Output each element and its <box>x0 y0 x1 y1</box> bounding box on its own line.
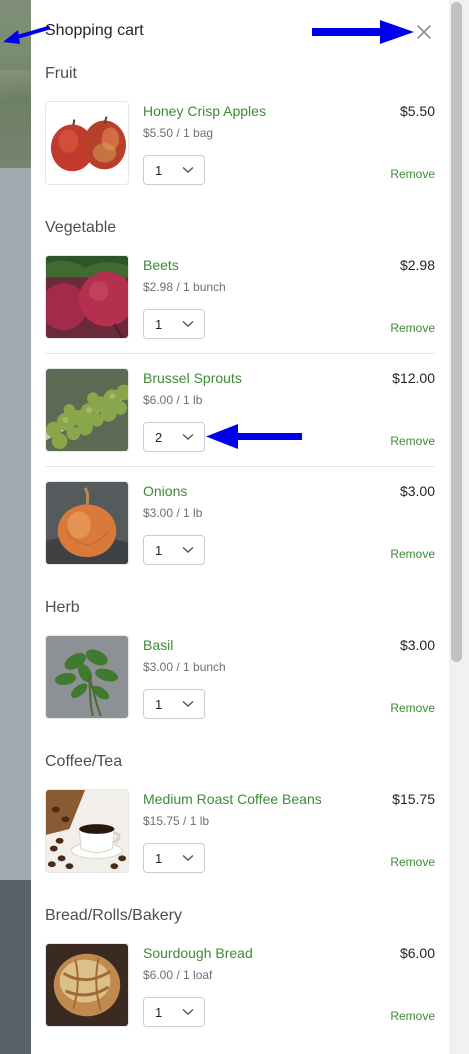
product-image-apples[interactable] <box>45 101 129 185</box>
quantity-value: 1 <box>155 1005 163 1020</box>
item-unit-price: $3.00 / 1 lb <box>143 506 203 520</box>
product-image-onion[interactable] <box>45 481 129 565</box>
item-divider <box>45 466 435 467</box>
cart-item-sourdough-bread: Sourdough Bread $6.00 / 1 loaf $6.00 1 R… <box>45 943 435 1027</box>
backdrop-overlay <box>0 168 31 880</box>
item-unit-price: $3.00 / 1 bunch <box>143 660 226 674</box>
product-image-sprouts[interactable] <box>45 368 129 452</box>
product-image-basil[interactable] <box>45 635 129 719</box>
quantity-select[interactable]: 1 <box>143 309 205 339</box>
remove-button[interactable]: Remove <box>390 701 435 715</box>
cart-item-onions: Onions $3.00 / 1 lb $3.00 1 Remove <box>45 481 435 565</box>
cart-title: Shopping cart <box>45 22 144 39</box>
item-divider <box>45 353 435 354</box>
item-unit-price: $5.50 / 1 bag <box>143 126 214 140</box>
remove-button[interactable]: Remove <box>390 1009 435 1023</box>
item-name[interactable]: Medium Roast Coffee Beans <box>143 791 322 807</box>
quantity-select[interactable]: 1 <box>143 689 205 719</box>
chevron-down-icon <box>182 546 194 553</box>
item-total-price: $3.00 <box>399 483 435 499</box>
chevron-down-icon <box>182 700 194 707</box>
section-title-fruit: Fruit <box>45 65 77 82</box>
item-name[interactable]: Brussel Sprouts <box>143 370 242 386</box>
close-icon <box>417 25 431 39</box>
item-unit-price: $6.00 / 1 loaf <box>143 968 213 982</box>
remove-button[interactable]: Remove <box>390 855 435 869</box>
item-unit-price: $2.98 / 1 bunch <box>143 280 226 294</box>
item-total-price: $5.50 <box>399 103 435 119</box>
item-total-price: $6.00 <box>399 945 435 961</box>
section-title-bread-rolls-bakery: Bread/Rolls/Bakery <box>45 907 182 924</box>
item-total-price: $2.98 <box>399 257 435 273</box>
quantity-select[interactable]: 1 <box>143 843 205 873</box>
product-image-coffee[interactable] <box>45 789 129 873</box>
item-name[interactable]: Sourdough Bread <box>143 945 253 961</box>
product-image-bread[interactable] <box>45 943 129 1027</box>
chevron-down-icon <box>182 1008 194 1015</box>
section-title-vegetable: Vegetable <box>45 219 117 236</box>
cart-item-medium-roast-coffee-beans: Medium Roast Coffee Beans $15.75 / 1 lb … <box>45 789 435 873</box>
item-unit-price: $6.00 / 1 lb <box>143 393 203 407</box>
backdrop-footer <box>0 880 31 1054</box>
section-title-coffee-tea: Coffee/Tea <box>45 753 123 770</box>
item-total-price: $15.75 <box>392 791 435 807</box>
quantity-select[interactable]: 1 <box>143 535 205 565</box>
remove-button[interactable]: Remove <box>390 321 435 335</box>
chevron-down-icon <box>182 166 194 173</box>
quantity-value: 1 <box>155 697 163 712</box>
chevron-down-icon <box>182 320 194 327</box>
cart-item-brussel-sprouts: Brussel Sprouts $6.00 / 1 lb $12.00 2 Re… <box>45 368 435 452</box>
cart-item-beets: Beets $2.98 / 1 bunch $2.98 1 Remove <box>45 255 435 339</box>
quantity-value: 1 <box>155 317 163 332</box>
remove-button[interactable]: Remove <box>390 547 435 561</box>
item-unit-price: $15.75 / 1 lb <box>143 814 210 828</box>
remove-button[interactable]: Remove <box>390 167 435 181</box>
cart-item-honey-crisp-apples: Honey Crisp Apples $5.50 / 1 bag $5.50 1… <box>45 101 435 185</box>
quantity-value: 1 <box>155 851 163 866</box>
item-name[interactable]: Beets <box>143 257 179 273</box>
cart-drawer: Shopping cart Fruit Honey Crisp Apples $… <box>31 0 449 1054</box>
quantity-value: 2 <box>155 430 163 445</box>
item-total-price: $3.00 <box>399 637 435 653</box>
backdrop-photo <box>0 0 31 168</box>
item-name[interactable]: Honey Crisp Apples <box>143 103 266 119</box>
item-name[interactable]: Onions <box>143 483 187 499</box>
item-name[interactable]: Basil <box>143 637 173 653</box>
page-backdrop[interactable] <box>0 0 31 1054</box>
quantity-select[interactable]: 1 <box>143 997 205 1027</box>
close-button[interactable] <box>415 22 433 42</box>
remove-button[interactable]: Remove <box>390 434 435 448</box>
chevron-down-icon <box>182 854 194 861</box>
chevron-down-icon <box>182 433 194 440</box>
cart-item-basil: Basil $3.00 / 1 bunch $3.00 1 Remove <box>45 635 435 719</box>
quantity-select[interactable]: 2 <box>143 422 205 452</box>
quantity-select[interactable]: 1 <box>143 155 205 185</box>
product-image-beets[interactable] <box>45 255 129 339</box>
section-title-herb: Herb <box>45 599 80 616</box>
item-total-price: $12.00 <box>392 370 435 386</box>
scrollbar-thumb[interactable] <box>451 2 462 662</box>
quantity-value: 1 <box>155 543 163 558</box>
quantity-value: 1 <box>155 163 163 178</box>
